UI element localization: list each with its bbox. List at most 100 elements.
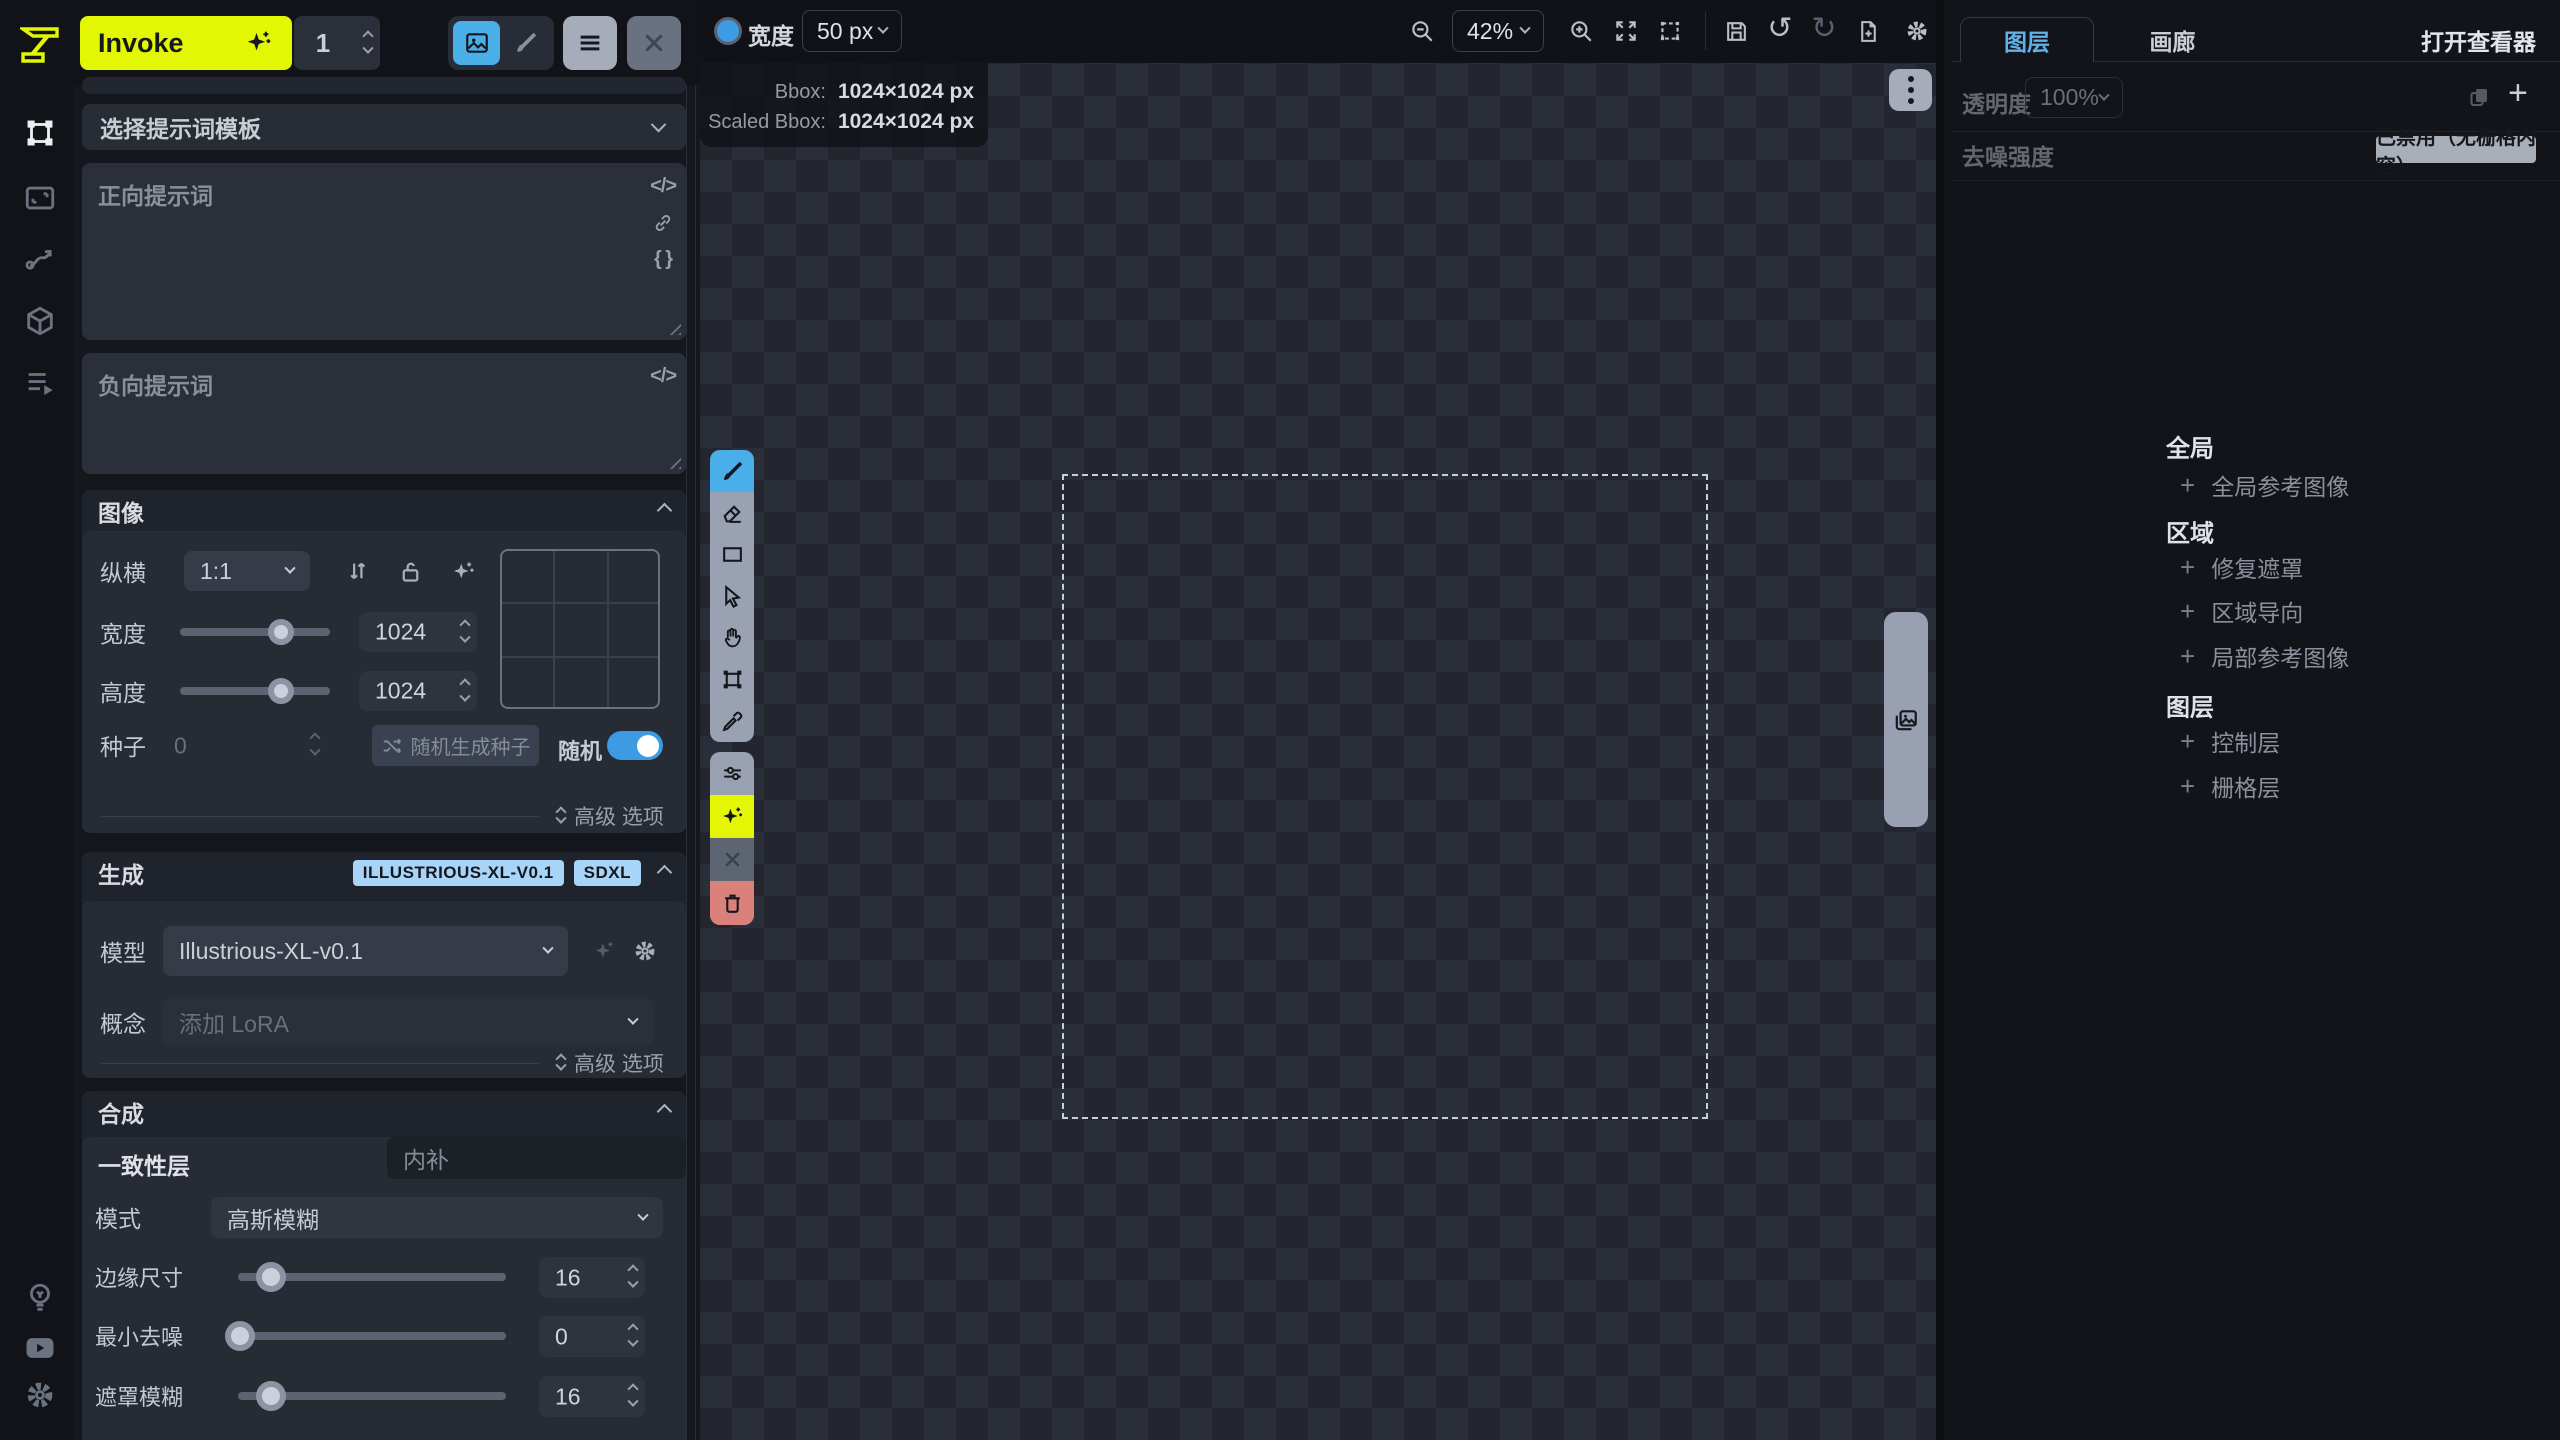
brush-width-select[interactable]: 50 px bbox=[802, 10, 902, 52]
swap-dimensions-icon[interactable] bbox=[344, 558, 371, 585]
zoom-out-icon[interactable] bbox=[1402, 11, 1442, 51]
min-denoise-input[interactable]: 0 bbox=[539, 1316, 645, 1357]
opacity-select[interactable]: 100% bbox=[2025, 77, 2123, 118]
increment-icon[interactable] bbox=[627, 1323, 638, 1334]
fit-bbox-icon[interactable] bbox=[1650, 11, 1690, 51]
tab-coherence[interactable]: 一致性层 bbox=[98, 1147, 190, 1181]
duplicate-layer-icon[interactable] bbox=[2467, 85, 2491, 109]
rect-tool-button[interactable] bbox=[710, 533, 754, 575]
width-slider[interactable] bbox=[180, 628, 330, 636]
canvas-area[interactable]: 宽度 50 px 42% bbox=[700, 0, 1944, 1440]
sidebar-tab-canvas[interactable] bbox=[20, 113, 60, 153]
increment-icon[interactable] bbox=[459, 619, 470, 630]
decrement-icon[interactable] bbox=[627, 1336, 638, 1347]
transform-tool-button[interactable] bbox=[710, 658, 754, 700]
collapse-icon[interactable] bbox=[657, 865, 673, 881]
sidebar-tab-workflows[interactable] bbox=[20, 238, 60, 278]
invoke-generate-tool-button[interactable] bbox=[710, 795, 754, 838]
increment-icon[interactable] bbox=[362, 30, 373, 41]
add-regional-guidance[interactable]: + 区域导向 bbox=[2180, 594, 2303, 628]
decrement-icon[interactable] bbox=[627, 1396, 638, 1407]
positive-prompt-input[interactable] bbox=[82, 163, 686, 340]
add-regional-reference-image[interactable]: + 局部参考图像 bbox=[2180, 639, 2349, 673]
image-mode-button[interactable] bbox=[453, 21, 500, 65]
link-prompts-icon[interactable] bbox=[652, 212, 674, 234]
model-picker-icon[interactable] bbox=[592, 938, 618, 964]
add-inpaint-mask[interactable]: + 修复遮罩 bbox=[2180, 550, 2303, 584]
width-input[interactable]: 1024 bbox=[359, 612, 477, 652]
prompt-template-selector[interactable]: 选择提示词模板 bbox=[82, 104, 686, 150]
model-settings-gear-icon[interactable] bbox=[632, 938, 658, 964]
decrement-icon[interactable] bbox=[362, 42, 373, 53]
height-input[interactable]: 1024 bbox=[359, 671, 477, 711]
prompt-syntax-icon[interactable]: </> bbox=[650, 175, 676, 198]
cancel-queue-button[interactable] bbox=[627, 16, 681, 70]
lora-select[interactable]: 添加 LoRA bbox=[163, 997, 653, 1047]
save-icon[interactable] bbox=[1716, 11, 1756, 51]
parameters-scrollbar[interactable] bbox=[686, 85, 696, 1440]
mask-blur-thumb[interactable] bbox=[256, 1381, 286, 1411]
sidebar-tab-queue[interactable] bbox=[20, 363, 60, 403]
delete-tool-button[interactable] bbox=[710, 881, 754, 925]
settings-gear-icon[interactable] bbox=[20, 1375, 60, 1415]
collapse-icon[interactable] bbox=[657, 503, 673, 519]
youtube-icon[interactable] bbox=[20, 1328, 60, 1368]
iterations-stepper[interactable]: 1 bbox=[294, 16, 380, 70]
undo-icon[interactable]: ↺ bbox=[1760, 8, 1800, 48]
canvas-menu-kebab-button[interactable] bbox=[1889, 69, 1932, 111]
canvas-settings-gear-icon[interactable] bbox=[1897, 11, 1937, 51]
tab-gallery[interactable]: 画廊 bbox=[2110, 17, 2235, 62]
edge-size-input[interactable]: 16 bbox=[539, 1257, 645, 1298]
pan-tool-button[interactable] bbox=[710, 617, 754, 658]
main-menu-button[interactable] bbox=[563, 16, 617, 70]
prompt-syntax-icon[interactable]: </> bbox=[650, 365, 676, 388]
open-viewer-button[interactable]: 打开查看器 bbox=[2421, 17, 2536, 62]
random-seed-toggle[interactable] bbox=[607, 731, 663, 760]
select-tool-button[interactable] bbox=[710, 575, 754, 617]
image-advanced-row[interactable]: 高级 选项 bbox=[101, 801, 670, 831]
increment-icon[interactable] bbox=[627, 1383, 638, 1394]
increment-icon[interactable] bbox=[459, 678, 470, 689]
increment-icon[interactable] bbox=[627, 1264, 638, 1275]
canvas-mode-button[interactable] bbox=[502, 21, 549, 65]
eyedropper-tool-button[interactable] bbox=[710, 700, 754, 742]
collapse-icon[interactable] bbox=[657, 1104, 673, 1120]
support-lightbulb-icon[interactable] bbox=[20, 1278, 60, 1318]
generation-advanced-row[interactable]: 高级 选项 bbox=[101, 1048, 670, 1078]
negative-prompt-input[interactable] bbox=[82, 353, 686, 474]
random-seed-button[interactable]: 随机生成种子 bbox=[372, 725, 539, 766]
add-layer-plus-icon[interactable]: + bbox=[2508, 76, 2528, 110]
add-control-layer[interactable]: + 控制层 bbox=[2180, 724, 2280, 758]
gallery-drawer-handle[interactable] bbox=[1884, 612, 1928, 827]
height-slider-thumb[interactable] bbox=[268, 678, 294, 704]
add-global-reference-image[interactable]: + 全局参考图像 bbox=[2180, 468, 2349, 502]
generation-bbox[interactable] bbox=[1062, 474, 1708, 1119]
add-raster-layer[interactable]: + 栅格层 bbox=[2180, 769, 2280, 803]
width-slider-thumb[interactable] bbox=[268, 619, 294, 645]
decrement-icon[interactable] bbox=[459, 690, 470, 701]
lock-aspect-icon[interactable] bbox=[397, 558, 424, 585]
sidebar-tab-models[interactable] bbox=[20, 301, 60, 341]
sidebar-tab-upscaling[interactable] bbox=[20, 178, 60, 218]
tab-infill[interactable]: 内补 bbox=[387, 1137, 686, 1179]
coherence-mode-select[interactable]: 高斯模糊 bbox=[211, 1197, 663, 1238]
braces-embedding-icon[interactable]: { } bbox=[654, 248, 672, 271]
new-canvas-icon[interactable] bbox=[1848, 11, 1888, 51]
min-denoise-slider[interactable] bbox=[238, 1332, 506, 1340]
cancel-tool-button[interactable] bbox=[710, 838, 754, 881]
aspect-select[interactable]: 1:1 bbox=[184, 551, 310, 591]
edge-size-slider[interactable] bbox=[238, 1273, 506, 1281]
mask-blur-input[interactable]: 16 bbox=[539, 1376, 645, 1417]
seed-input[interactable]: 0 bbox=[158, 725, 327, 766]
fit-to-view-icon[interactable] bbox=[1606, 11, 1646, 51]
filter-tool-button[interactable] bbox=[710, 752, 754, 795]
invoke-button[interactable]: Invoke bbox=[80, 16, 292, 70]
edge-size-thumb[interactable] bbox=[256, 1262, 286, 1292]
optimize-size-icon[interactable] bbox=[450, 558, 477, 585]
eraser-tool-button[interactable] bbox=[710, 492, 754, 533]
brush-color-swatch[interactable] bbox=[714, 17, 742, 45]
zoom-level-select[interactable]: 42% bbox=[1452, 10, 1544, 52]
redo-icon[interactable]: ↻ bbox=[1804, 8, 1844, 48]
zoom-in-icon[interactable] bbox=[1561, 11, 1601, 51]
mask-blur-slider[interactable] bbox=[238, 1392, 506, 1400]
